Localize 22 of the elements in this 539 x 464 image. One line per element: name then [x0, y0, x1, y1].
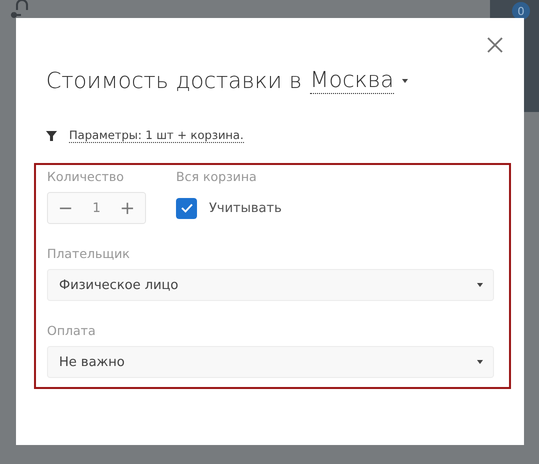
- checkbox[interactable]: [176, 198, 197, 219]
- plus-button[interactable]: +: [116, 198, 139, 219]
- field-label: Вся корзина: [176, 169, 258, 184]
- city-dropdown[interactable]: Москва: [310, 68, 394, 94]
- field-label: Оплата: [47, 323, 97, 338]
- caret-icon: [402, 79, 408, 84]
- minus-button[interactable]: −: [54, 198, 78, 219]
- field-label: Плательщик: [47, 246, 131, 262]
- checkbox-label: Учитывать: [209, 200, 282, 216]
- select-field[interactable]: Не важно: [47, 346, 494, 378]
- dialog-title: Стоимость доставки в: [46, 68, 302, 94]
- counter-badge: 0: [512, 2, 530, 20]
- parameters-link[interactable]: Параметры: 1 шт + корзина.: [69, 128, 244, 144]
- quantity-value: 1: [92, 200, 101, 216]
- close-icon[interactable]: [485, 35, 505, 55]
- caret-icon: [477, 360, 483, 364]
- caret-icon: [477, 283, 483, 288]
- quantity-stepper[interactable]: − 1 +: [47, 192, 146, 224]
- select-field[interactable]: Физическое лицо: [47, 269, 494, 302]
- field-label: Количество: [47, 169, 125, 184]
- filter-icon: [46, 130, 57, 141]
- check-icon: [180, 203, 192, 214]
